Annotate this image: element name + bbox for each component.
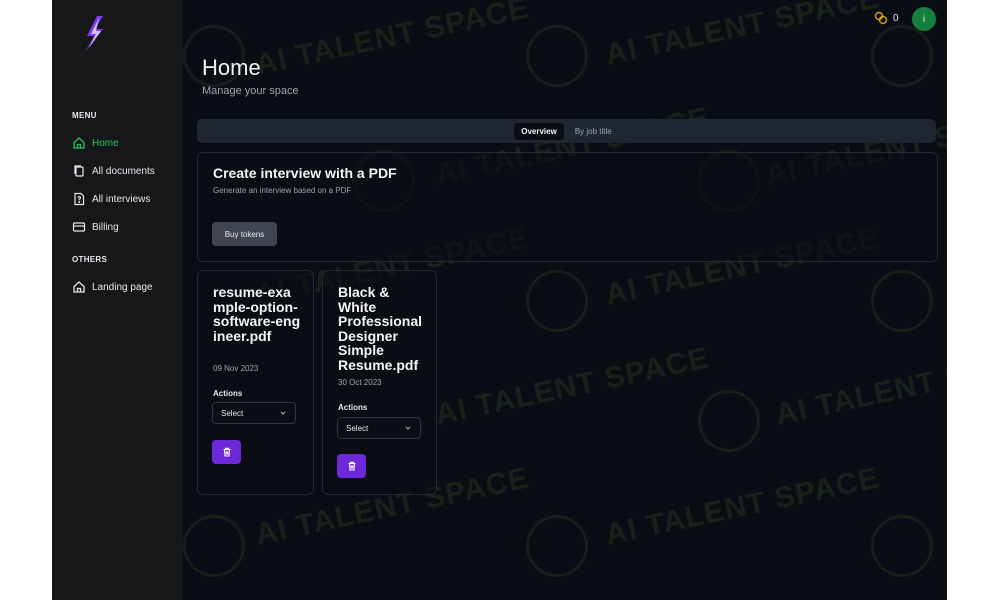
app-window: MENU Home All documents All interviews B… <box>52 0 947 600</box>
tab-by-job-title[interactable]: By job title <box>568 123 619 140</box>
watermark-text: AI TALENT SPACE <box>602 0 883 72</box>
others-section-label: OTHERS <box>72 255 108 264</box>
page-subtitle: Manage your space <box>202 85 299 97</box>
sidebar-item-all-documents[interactable]: All documents <box>72 162 155 180</box>
delete-document-button[interactable] <box>337 454 366 478</box>
coins-icon <box>874 11 888 25</box>
watermark-brain-icon <box>183 515 245 577</box>
sidebar-item-all-interviews[interactable]: All interviews <box>72 190 150 208</box>
watermark-brain-icon <box>526 25 588 87</box>
actions-select[interactable]: Select <box>337 417 421 439</box>
actions-label: Actions <box>213 389 243 398</box>
create-card-subtitle: Generate an interview based on a PDF <box>213 186 352 195</box>
logo-icon[interactable] <box>81 16 107 52</box>
create-card-title: Create interview with a PDF <box>213 165 397 181</box>
avatar[interactable]: i <box>912 7 936 31</box>
interview-file-icon <box>74 192 85 206</box>
actions-select[interactable]: Select <box>212 402 296 424</box>
home-icon <box>73 281 85 293</box>
document-card: Black & White Professional Designer Simp… <box>322 270 437 495</box>
sidebar-item-home[interactable]: Home <box>72 134 119 152</box>
watermark-brain-icon <box>698 390 760 452</box>
sidebar-item-label: All documents <box>92 165 155 177</box>
document-date: 09 Nov 2023 <box>213 364 259 373</box>
sidebar-item-label: Home <box>92 137 119 149</box>
documents-icon <box>74 165 84 177</box>
watermark-brain-icon <box>871 270 933 332</box>
document-title: resume-example-option-software-engineer.… <box>213 284 301 344</box>
delete-document-button[interactable] <box>212 440 241 464</box>
main-content: AI TALENT SPACE AI TALENT SPACE AI TALEN… <box>183 0 947 600</box>
sidebar-item-label: Billing <box>92 221 119 233</box>
document-card: resume-example-option-software-engineer.… <box>197 270 314 495</box>
select-value: Select <box>346 423 369 433</box>
view-tabs: Overview By job title <box>197 119 936 143</box>
sidebar-item-label: Landing page <box>92 281 153 293</box>
page-title: Home <box>202 55 261 80</box>
watermark-brain-icon <box>526 515 588 577</box>
create-interview-card: Create interview with a PDF Generate an … <box>197 152 938 262</box>
sidebar-item-billing[interactable]: Billing <box>72 218 119 236</box>
token-balance[interactable]: 0 <box>874 11 899 25</box>
home-icon <box>73 137 85 149</box>
tab-overview[interactable]: Overview <box>514 122 564 140</box>
watermark-text: AI TALENT SPACE <box>432 341 713 432</box>
watermark-text: AI TALENT SPACE <box>772 341 947 432</box>
buy-tokens-button[interactable]: Buy tokens <box>212 222 277 246</box>
menu-section-label: MENU <box>72 111 97 120</box>
watermark-text: AI TALENT SPACE <box>252 0 533 82</box>
watermark-text: AI TALENT SPACE <box>602 461 883 552</box>
sidebar-item-landing-page[interactable]: Landing page <box>72 278 153 296</box>
credit-card-icon <box>72 222 86 232</box>
token-count: 0 <box>893 12 899 24</box>
actions-label: Actions <box>338 403 368 412</box>
trash-icon <box>223 447 230 457</box>
watermark-brain-icon <box>526 270 588 332</box>
watermark-brain-icon <box>871 515 933 577</box>
sidebar: MENU Home All documents All interviews B… <box>52 0 183 600</box>
chevron-down-icon <box>280 411 286 415</box>
chevron-down-icon <box>405 426 411 430</box>
select-value: Select <box>221 408 244 418</box>
watermark-brain-icon <box>871 25 933 87</box>
document-title: Black & White Professional Designer Simp… <box>338 284 423 373</box>
sidebar-item-label: All interviews <box>92 193 151 205</box>
trash-icon <box>348 461 355 471</box>
document-date: 30 Oct 2023 <box>338 378 382 387</box>
